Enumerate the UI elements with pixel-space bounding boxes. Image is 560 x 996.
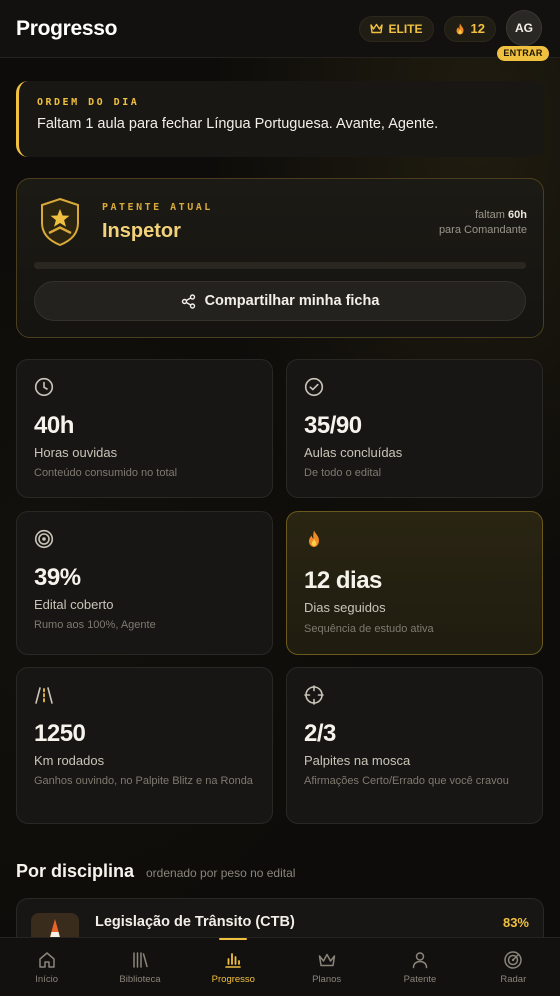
nav-label: Biblioteca xyxy=(119,973,161,985)
stat-value: 1250 xyxy=(34,720,86,747)
rank-name: Inspetor xyxy=(102,220,181,242)
clock-icon xyxy=(34,377,54,397)
order-of-day-card: ORDEM DO DIA Faltam 1 aula para fechar L… xyxy=(16,81,544,157)
nav-item-planos[interactable]: Planos xyxy=(280,938,373,996)
stat-label: Dias seguidos xyxy=(304,600,386,615)
rank-kicker: PATENTE ATUAL xyxy=(102,202,213,213)
nav-label: Radar xyxy=(500,973,527,985)
stat-value: 39% xyxy=(34,564,81,591)
stat-label: Km rodados xyxy=(34,753,105,768)
share-profile-button[interactable]: Compartilhar minha ficha xyxy=(34,281,526,321)
rank-progress-bar xyxy=(34,262,526,269)
stat-sub: Afirmações Certo/Errado que você cravou xyxy=(304,775,509,787)
stat-value: 2/3 xyxy=(304,720,336,747)
nav-label: Planos xyxy=(312,973,342,985)
stat-sub: Sequência de estudo ativa xyxy=(304,623,434,635)
crown-icon xyxy=(318,953,335,966)
stat-label: Horas ouvidas xyxy=(34,445,118,460)
stat-card-guesses: 2/3 Palpites na mosca Afirmações Certo/E… xyxy=(286,667,543,824)
stat-value: 12 dias xyxy=(304,567,382,594)
need-prefix: faltam xyxy=(475,209,505,221)
elite-badge[interactable]: ELITE xyxy=(358,15,434,42)
share-label: Compartilhar minha ficha xyxy=(204,293,380,309)
stat-sub: Rumo aos 100%, Agente xyxy=(34,619,156,631)
rank-next-requirement: faltam 60h para Comandante xyxy=(439,208,527,238)
discipline-name: Legislação de Trânsito (CTB) xyxy=(95,914,295,930)
stat-sub: De todo o edital xyxy=(304,467,382,479)
bar-chart-icon xyxy=(225,952,242,968)
stat-sub: Ganhos ouvindo, no Palpite Blitz e na Ro… xyxy=(34,775,253,787)
avatar-button[interactable]: AG ENTRAR xyxy=(497,9,549,61)
avatar-initials: AG xyxy=(515,20,533,35)
nav-item-inicio[interactable]: Início xyxy=(0,938,93,996)
nav-item-biblioteca[interactable]: Biblioteca xyxy=(93,938,186,996)
flame-icon xyxy=(456,23,464,34)
user-icon xyxy=(412,951,428,968)
stat-value: 40h xyxy=(34,412,74,439)
order-kicker: ORDEM DO DIA xyxy=(37,97,140,108)
stat-card-coverage: 39% Edital coberto Rumo aos 100%, Agente xyxy=(16,511,273,655)
nav-item-radar[interactable]: Radar xyxy=(467,938,560,996)
need-target: para Comandante xyxy=(438,224,527,236)
rank-card: PATENTE ATUAL Inspetor faltam 60h para C… xyxy=(16,178,544,338)
top-bar: Progresso ELITE 12 AG ENTRAR xyxy=(0,0,560,61)
stat-label: Edital coberto xyxy=(34,597,114,612)
crosshair-icon xyxy=(304,685,324,705)
nav-label: Início xyxy=(35,973,59,985)
check-circle-icon xyxy=(304,377,324,397)
nav-label: Patente xyxy=(403,973,437,985)
stat-card-km: 1250 Km rodados Ganhos ouvindo, no Palpi… xyxy=(16,667,273,824)
stat-card-lessons: 35/90 Aulas concluídas De todo o edital xyxy=(286,359,543,498)
nav-item-progresso[interactable]: Progresso xyxy=(187,938,280,996)
library-icon xyxy=(133,951,148,968)
stat-value: 35/90 xyxy=(304,412,362,439)
flame-icon xyxy=(309,530,319,547)
target-icon xyxy=(34,529,54,549)
nav-item-patente[interactable]: Patente xyxy=(373,938,466,996)
section-title: Por disciplina xyxy=(16,861,135,881)
stat-card-hours: 40h Horas ouvidas Conteúdo consumido no … xyxy=(16,359,273,498)
avatar: AG xyxy=(506,9,542,46)
order-message: Faltam 1 aula para fechar Língua Portugu… xyxy=(37,116,439,132)
share-icon xyxy=(181,293,195,309)
page-title: Progresso xyxy=(16,16,118,40)
stat-card-streak: 12 dias Dias seguidos Sequência de estud… xyxy=(286,511,543,655)
enter-badge[interactable]: ENTRAR xyxy=(497,45,549,61)
shield-star-icon xyxy=(41,197,79,247)
streak-count: 12 xyxy=(470,21,485,36)
radar-icon xyxy=(504,950,523,969)
elite-label: ELITE xyxy=(388,21,423,36)
crown-icon xyxy=(369,23,383,34)
road-icon xyxy=(35,687,53,704)
bottom-nav: Início Biblioteca Progresso Planos Paten… xyxy=(0,937,560,996)
section-subtitle: ordenado por peso no edital xyxy=(146,866,296,880)
home-icon xyxy=(38,951,55,968)
need-hours: 60h xyxy=(508,209,527,221)
stat-label: Aulas concluídas xyxy=(304,445,403,460)
stat-sub: Conteúdo consumido no total xyxy=(34,467,178,479)
stat-label: Palpites na mosca xyxy=(304,753,411,768)
nav-label: Progresso xyxy=(211,973,255,985)
streak-badge[interactable]: 12 xyxy=(443,15,496,42)
discipline-percent: 83% xyxy=(502,915,529,930)
